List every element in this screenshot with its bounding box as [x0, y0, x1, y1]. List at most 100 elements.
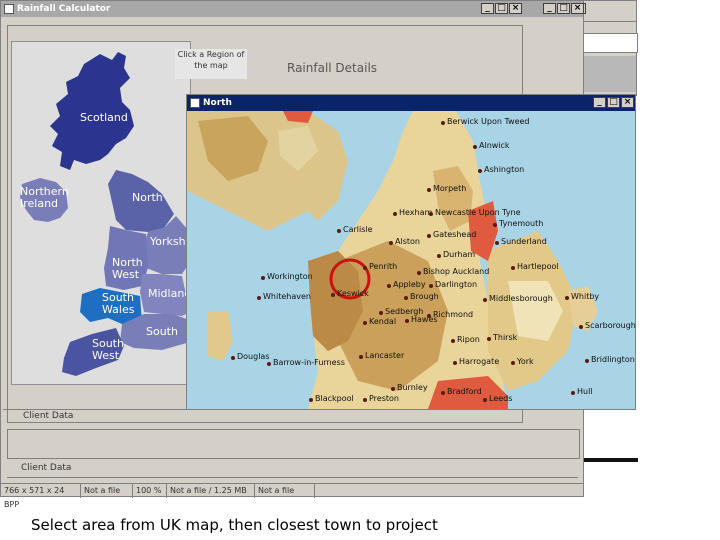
town-dot[interactable]	[453, 361, 457, 365]
town-dot[interactable]	[359, 355, 363, 359]
town-dot[interactable]	[511, 361, 515, 365]
town-label[interactable]: Newcastle Upon Tyne	[435, 208, 521, 217]
town-label[interactable]: Durham	[443, 250, 475, 259]
town-dot[interactable]	[404, 296, 408, 300]
north-titlebar[interactable]: North _ □ ×	[187, 95, 635, 111]
town-label[interactable]: Barrow-in-Furness	[273, 358, 345, 367]
minimize-icon[interactable]: _	[593, 97, 606, 108]
town-label[interactable]: Sunderland	[501, 237, 547, 246]
town-label[interactable]: Hull	[577, 387, 593, 396]
town-label[interactable]: Workington	[267, 272, 313, 281]
town-dot[interactable]	[387, 284, 391, 288]
town-dot[interactable]	[337, 229, 341, 233]
town-dot[interactable]	[511, 266, 515, 270]
caption: Select area from UK map, then closest to…	[31, 516, 438, 534]
town-dot[interactable]	[493, 223, 497, 227]
town-dot[interactable]	[261, 276, 265, 280]
close-icon[interactable]: ×	[621, 97, 634, 108]
town-label[interactable]: Hexham	[399, 208, 432, 217]
town-dot[interactable]	[231, 356, 235, 360]
town-label[interactable]: Brough	[410, 292, 439, 301]
town-dot[interactable]	[331, 293, 335, 297]
town-dot[interactable]	[429, 212, 433, 216]
town-label[interactable]: Preston	[369, 394, 399, 403]
town-label[interactable]: Hartlepool	[517, 262, 559, 271]
town-label[interactable]: Bishop Auckland	[423, 267, 489, 276]
town-dot[interactable]	[571, 391, 575, 395]
town-dot[interactable]	[429, 284, 433, 288]
town-dot[interactable]	[478, 169, 482, 173]
minimize-icon[interactable]: _	[543, 3, 556, 14]
town-dot[interactable]	[473, 145, 477, 149]
town-label[interactable]: Alston	[395, 237, 420, 246]
minimize-icon[interactable]: _	[481, 3, 494, 14]
town-label[interactable]: Kendal	[369, 317, 396, 326]
town-dot[interactable]	[495, 241, 499, 245]
town-dot[interactable]	[483, 398, 487, 402]
close-icon[interactable]: ×	[571, 3, 584, 14]
town-label[interactable]: Leeds	[489, 394, 512, 403]
town-label[interactable]: Ashington	[484, 165, 524, 174]
town-dot[interactable]	[487, 337, 491, 341]
town-dot[interactable]	[441, 391, 445, 395]
town-label[interactable]: Bradford	[447, 387, 482, 396]
town-label[interactable]: York	[517, 357, 534, 366]
maximize-icon[interactable]: □	[495, 3, 508, 14]
town-label[interactable]: Tynemouth	[499, 219, 543, 228]
town-label[interactable]: Blackpool	[315, 394, 354, 403]
town-label[interactable]: Whitby	[571, 292, 599, 301]
town-label[interactable]: Scarborough	[585, 321, 636, 330]
main-titlebar[interactable]: Rainfall Calculator _ □ × _ □ ×	[1, 1, 584, 17]
town-label[interactable]: Richmond	[433, 310, 473, 319]
town-dot[interactable]	[585, 359, 589, 363]
status-file: Not a file	[81, 484, 133, 498]
town-dot[interactable]	[579, 325, 583, 329]
town-dot[interactable]	[391, 387, 395, 391]
town-dot[interactable]	[363, 398, 367, 402]
town-label[interactable]: Bridlington	[591, 355, 635, 364]
town-label[interactable]: Keswick	[337, 289, 369, 298]
town-label[interactable]: Darlington	[435, 280, 477, 289]
town-label[interactable]: Middlesborough	[489, 294, 553, 303]
town-dot[interactable]	[393, 212, 397, 216]
town-label[interactable]: Gateshead	[433, 230, 476, 239]
close-icon[interactable]: ×	[509, 3, 522, 14]
town-dot[interactable]	[267, 362, 271, 366]
town-dot[interactable]	[427, 188, 431, 192]
town-dot[interactable]	[379, 311, 383, 315]
town-label[interactable]: Morpeth	[433, 184, 466, 193]
divider	[584, 458, 638, 462]
town-label[interactable]: Penrith	[369, 262, 397, 271]
town-label[interactable]: Thirsk	[493, 333, 517, 342]
town-dot[interactable]	[565, 296, 569, 300]
town-label[interactable]: Lancaster	[365, 351, 404, 360]
town-label[interactable]: Douglas	[237, 352, 270, 361]
town-label[interactable]: Harrogate	[459, 357, 499, 366]
town-dot[interactable]	[483, 298, 487, 302]
town-dot[interactable]	[309, 398, 313, 402]
town-dot[interactable]	[417, 271, 421, 275]
town-label[interactable]: Carlisle	[343, 225, 373, 234]
town-dot[interactable]	[257, 296, 261, 300]
status-dims: 766 x 571 x 24 BPP	[1, 484, 81, 509]
town-label[interactable]: Hawes	[411, 315, 438, 324]
town-label[interactable]: Burnley	[397, 383, 428, 392]
town-dot[interactable]	[389, 241, 393, 245]
town-dot[interactable]	[405, 319, 409, 323]
town-label[interactable]: Berwick Upon Tweed	[447, 117, 530, 126]
town-dot[interactable]	[363, 266, 367, 270]
town-label[interactable]: Alnwick	[479, 141, 510, 150]
north-window: North _ □ × Berwick Upon Tweed Alnwick Ash…	[186, 94, 636, 410]
window-icon	[190, 98, 200, 108]
divider	[578, 21, 636, 22]
town-dot[interactable]	[437, 254, 441, 258]
town-label[interactable]: Appleby	[393, 280, 426, 289]
town-dot[interactable]	[363, 321, 367, 325]
town-label[interactable]: Ripon	[457, 335, 480, 344]
town-dot[interactable]	[427, 234, 431, 238]
town-label[interactable]: Whitehaven	[263, 292, 311, 301]
maximize-icon[interactable]: □	[607, 97, 620, 108]
town-dot[interactable]	[441, 121, 445, 125]
maximize-icon[interactable]: □	[557, 3, 570, 14]
town-dot[interactable]	[451, 339, 455, 343]
